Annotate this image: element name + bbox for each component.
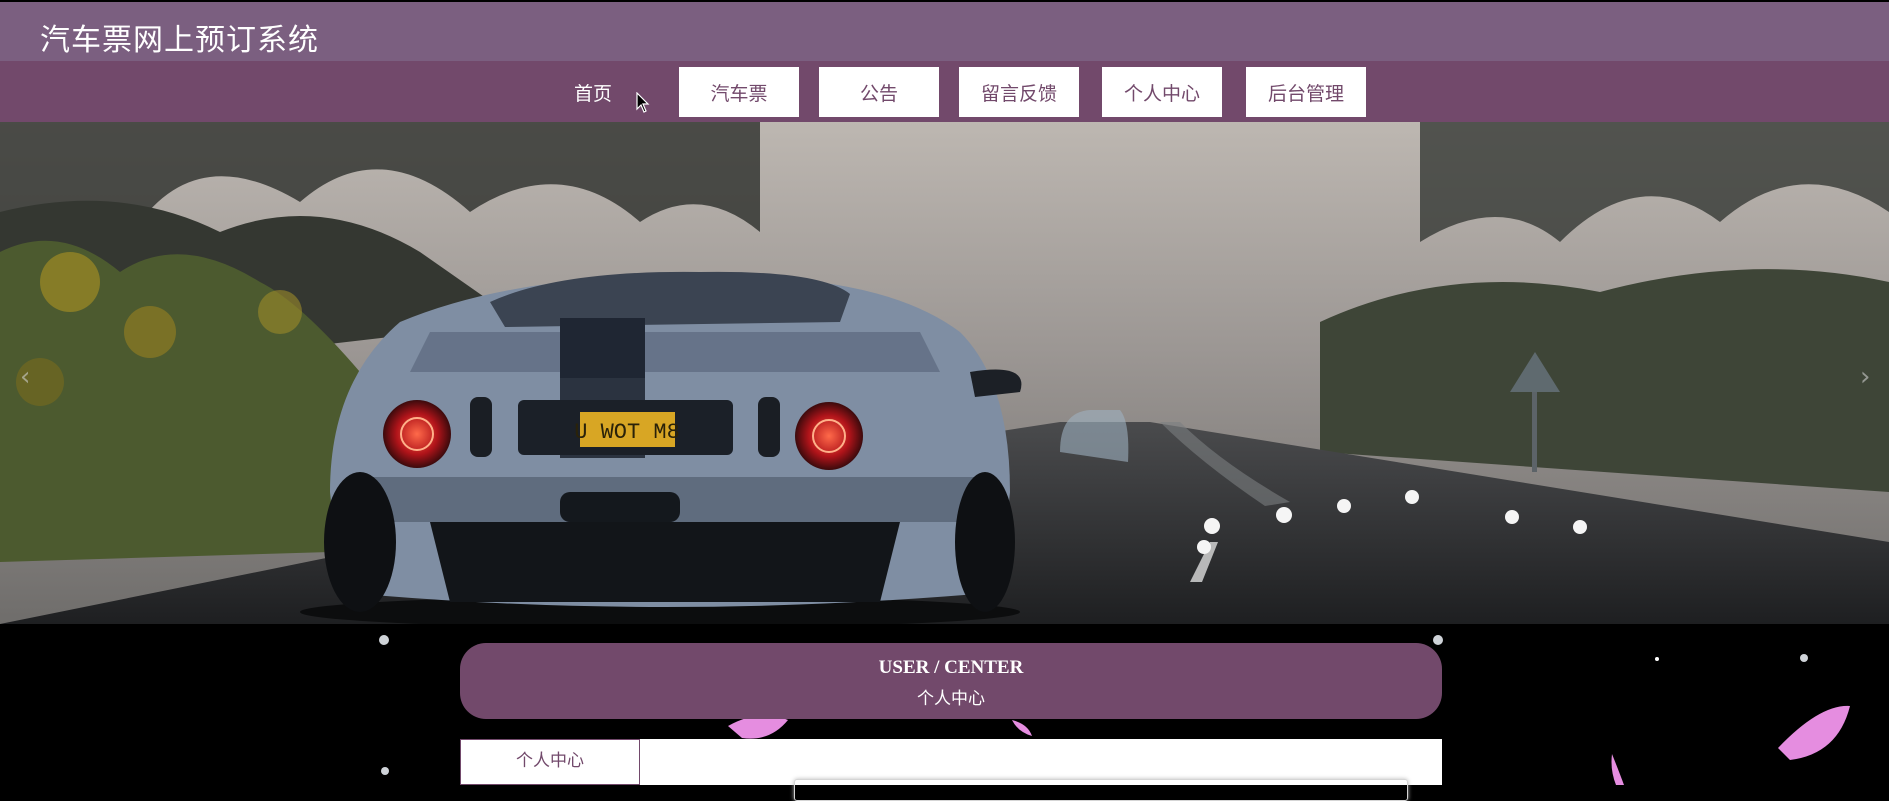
section-title-en: USER / CENTER — [878, 657, 1024, 678]
nav-feedback-button[interactable]: 留言反馈 — [959, 67, 1079, 117]
mouse-cursor-icon — [636, 92, 650, 113]
svg-text:U WOT M8: U WOT M8 — [574, 420, 680, 445]
section-title-cn: 个人中心 — [917, 689, 985, 709]
site-title: 汽车票网上预订系统 — [40, 23, 319, 58]
profile-card — [794, 779, 1408, 801]
section-header: USER / CENTER 个人中心 — [460, 643, 1442, 719]
hero-image: U WOT M8 — [0, 122, 1889, 624]
main-nav: 首页 — [0, 61, 1889, 122]
hero-carousel[interactable]: U WOT M8 ‹ › — [0, 122, 1889, 624]
sidebar-item-user-center[interactable]: 个人中心 — [460, 739, 640, 785]
header-bar: 汽车票网上预订系统 — [0, 2, 1889, 61]
carousel-prev-icon[interactable]: ‹ — [20, 362, 30, 392]
nav-home-link[interactable]: 首页 — [574, 79, 612, 106]
user-center-panel: 个人中心 — [460, 739, 1442, 801]
carousel-next-icon[interactable]: › — [1860, 362, 1870, 392]
nav-bus-ticket-button[interactable]: 汽车票 — [679, 67, 799, 117]
nav-announcement-button[interactable]: 公告 — [819, 67, 939, 117]
nav-admin-button[interactable]: 后台管理 — [1246, 67, 1366, 117]
nav-user-center-button[interactable]: 个人中心 — [1102, 67, 1222, 117]
